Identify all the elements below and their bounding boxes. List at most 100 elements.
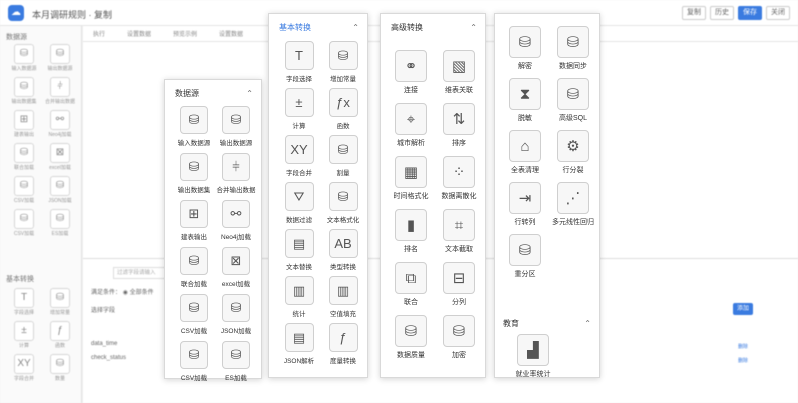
component-icon: ⛁: [50, 288, 70, 308]
basic-tile[interactable]: AB 类型转换: [321, 229, 365, 271]
basic-tile-label: JSON解析: [283, 358, 315, 365]
advanced-tile-label: 时间格式化: [393, 193, 429, 200]
field-header: 选择字段: [91, 308, 116, 314]
datasource-tile[interactable]: ⛁ 输出数据集: [173, 153, 215, 194]
basic-tile[interactable]: ± 计算: [277, 88, 321, 130]
advanced-tile[interactable]: ▦ 时间格式化: [387, 156, 435, 201]
left-panel-tile[interactable]: ⫩ 合并输出数据: [42, 77, 78, 105]
datasource-tile[interactable]: ⚯ Neo4j加载: [215, 200, 257, 241]
basic-tile[interactable]: ƒ 度量转换: [321, 323, 365, 365]
datasource-tile[interactable]: ⛁ 输出数据源: [215, 106, 257, 147]
advanced2-tile[interactable]: ⌂ 全表清理: [501, 130, 549, 175]
advanced2-tile[interactable]: ⋰ 多元线性回归: [549, 182, 597, 227]
advanced2-tile-label: 解密: [518, 63, 532, 70]
left-panel-tile[interactable]: ⛁ 输出数据集: [6, 77, 42, 105]
datasource-tile[interactable]: ⛁ 联合加载: [173, 247, 215, 288]
datasource-tile[interactable]: ⊠ excel加载: [215, 247, 257, 288]
advanced-panel-header[interactable]: 高级转换 ⌃: [391, 20, 477, 34]
left-panel-tile[interactable]: ⛁ ES加载: [42, 209, 78, 237]
left-panel-tile[interactable]: ⛁ CSV加载: [6, 209, 42, 237]
basic-tile[interactable]: T 字段选择: [277, 41, 321, 83]
advanced2-tile-label: 全表清理: [511, 167, 539, 174]
left-panel-tile[interactable]: ⊠ excel加载: [42, 143, 78, 171]
left-panel-tile[interactable]: ƒ 函数: [42, 321, 78, 349]
advanced-tile[interactable]: ⌗ 文本截取: [435, 209, 483, 254]
left-panel-tile[interactable]: ⛁ 输出数据源: [42, 44, 78, 72]
datasource-panel-header[interactable]: 数据源 ⌃: [175, 86, 253, 100]
datasource-tile-label: 输入数据源: [177, 140, 211, 147]
advanced-tile[interactable]: ⇅ 排序: [435, 103, 483, 148]
basic-tile[interactable]: ▤ 文本替换: [277, 229, 321, 271]
left-panel-tile[interactable]: ± 计算: [6, 321, 42, 349]
advanced2-tile[interactable]: ⛁ 解密: [501, 26, 549, 71]
basic-tile[interactable]: ▥ 空值填充: [321, 276, 365, 318]
basic-component-icon: ▥: [284, 276, 314, 305]
toolbar-preview[interactable]: 预览示例: [173, 29, 197, 38]
save-button[interactable]: 保存: [738, 6, 762, 20]
advanced-tile[interactable]: ▧ 维表关联: [435, 50, 483, 95]
add-button[interactable]: 添加: [733, 303, 753, 315]
history-button[interactable]: 历史: [710, 6, 734, 20]
basic-tile[interactable]: ⛁ 割量: [321, 135, 365, 177]
left-panel-tile[interactable]: ⛁ JSON加载: [42, 176, 78, 204]
advanced-tile[interactable]: ⊟ 分列: [435, 262, 483, 307]
left-panel-tile[interactable]: XY 字段合并: [6, 354, 42, 382]
basic-tile[interactable]: ▤ JSON解析: [277, 323, 321, 365]
left-panel-tile[interactable]: ⊞ 建表输出: [6, 110, 42, 138]
condition-radio[interactable]: 满足条件： ◉ 全部条件: [91, 287, 154, 296]
copy-button[interactable]: 复制: [682, 6, 706, 20]
basic-tile[interactable]: ▥ 统计: [277, 276, 321, 318]
datasource-tile[interactable]: ⛁ CSV加载: [173, 341, 215, 382]
advanced-component-icon: ⊟: [443, 262, 475, 294]
datasource-tile[interactable]: ⛁ ES加载: [215, 341, 257, 382]
advanced2-tile[interactable]: ⇥ 行转列: [501, 182, 549, 227]
advanced-tile[interactable]: ▮ 排名: [387, 209, 435, 254]
advanced-tile[interactable]: ⁘ 数据离散化: [435, 156, 483, 201]
close-button[interactable]: 关闭: [766, 6, 790, 20]
advanced-tile[interactable]: ⛁ 数据质量: [387, 315, 435, 360]
left-panel-tile-label: 建表输出: [13, 132, 34, 138]
basic-tile[interactable]: ⛛ 数据过滤: [277, 182, 321, 224]
datasource-tile-label: CSV加载: [180, 328, 208, 335]
left-panel-tile[interactable]: ⛁ CSV加载: [6, 176, 42, 204]
left-panel-tile[interactable]: T 字段选择: [6, 288, 42, 316]
basic-tile[interactable]: ⛁ 文本格式化: [321, 182, 365, 224]
chevron-up-icon[interactable]: ⌃: [584, 319, 591, 328]
chevron-up-icon[interactable]: ⌃: [246, 89, 253, 98]
datasource-tile[interactable]: ⛁ CSV加载: [173, 294, 215, 335]
left-panel-tile[interactable]: ⛁ 数量: [42, 354, 78, 382]
basic-panel-header[interactable]: 基本转换 ⌃: [279, 20, 359, 34]
chevron-up-icon[interactable]: ⌃: [470, 23, 477, 32]
advanced-tile[interactable]: ⌖ 城市解析: [387, 103, 435, 148]
advanced-tile[interactable]: ⛁ 加密: [435, 315, 483, 360]
basic-tile[interactable]: ⛁ 增加常量: [321, 41, 365, 83]
datasource-tile[interactable]: ⫩ 合并输出数据: [215, 153, 257, 194]
delete-link[interactable]: 删除: [738, 343, 748, 350]
delete-link[interactable]: 删除: [738, 357, 748, 364]
left-panel-tile[interactable]: ⛁ 输入数据源: [6, 44, 42, 72]
left-panel-tile[interactable]: ⛁ 联合加载: [6, 143, 42, 171]
advanced-tile[interactable]: ⧉ 联合: [387, 262, 435, 307]
toolbar-set-data[interactable]: 设置数据: [127, 29, 151, 38]
datasource-tile[interactable]: ⊞ 建表输出: [173, 200, 215, 241]
advanced2-tile[interactable]: ⛁ 重分区: [501, 234, 549, 279]
advanced-tile-label: 加密: [452, 352, 466, 359]
advanced2-tile-label: 脱敏: [518, 115, 532, 122]
toolbar-execute[interactable]: 执行: [93, 29, 105, 38]
left-panel-tile[interactable]: ⚯ Neo4j加载: [42, 110, 78, 138]
basic-tile[interactable]: ƒx 函数: [321, 88, 365, 130]
datasource-tile[interactable]: ⛁ 输入数据源: [173, 106, 215, 147]
advanced2-tile[interactable]: ⚙ 行分裂: [549, 130, 597, 175]
datasource-tile[interactable]: ⛁ JSON加载: [215, 294, 257, 335]
education-section-header[interactable]: 教育 ⌃: [503, 316, 591, 330]
advanced2-tile[interactable]: ⧗ 脱敏: [501, 78, 549, 123]
advanced2-tile[interactable]: ⛁ 数据同步: [549, 26, 597, 71]
education-tile[interactable]: ▟ 就业率统计: [509, 334, 557, 379]
datasource-panel: 数据源 ⌃ ⛁ 输入数据源 ⛁ 输出数据源 ⛁ 输出数据集 ⫩ 合并输出数据 ⊞ 建表输出 ⚯ Neo…: [164, 79, 262, 382]
toolbar-set-data-2[interactable]: 设置数据: [219, 29, 243, 38]
advanced2-tile[interactable]: ⛁ 高级SQL: [549, 78, 597, 123]
advanced-tile[interactable]: ⚭ 连接: [387, 50, 435, 95]
basic-tile[interactable]: XY 字段合并: [277, 135, 321, 177]
left-panel-tile[interactable]: ⛁ 增加常量: [42, 288, 78, 316]
chevron-up-icon[interactable]: ⌃: [352, 23, 359, 32]
